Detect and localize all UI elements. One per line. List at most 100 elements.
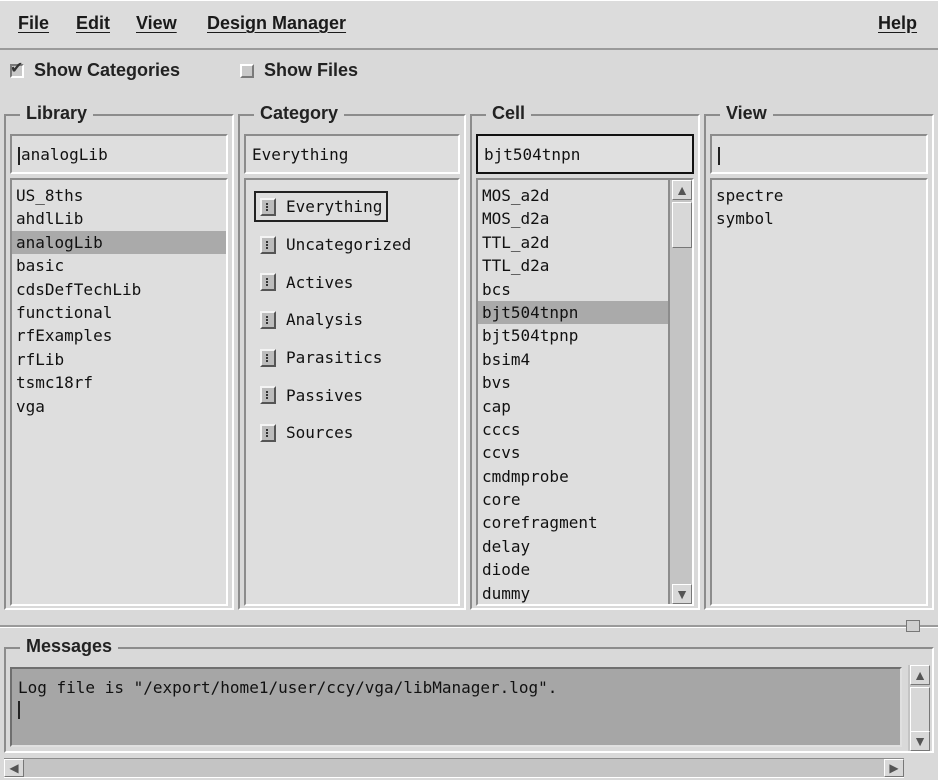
menu-design-manager[interactable]: Design Manager	[207, 13, 346, 34]
menu-edit[interactable]: Edit	[76, 13, 110, 34]
library-list-item[interactable]: functional	[12, 301, 226, 324]
category-list-item[interactable]: Parasitics	[246, 339, 458, 377]
category-item-label: Passives	[286, 385, 364, 405]
category-item-label: Analysis	[286, 310, 364, 330]
cell-vertical-scrollbar[interactable]: ▲ ▼	[668, 180, 692, 604]
category-list-item[interactable]: Sources	[246, 414, 458, 452]
library-field[interactable]: analogLib	[10, 134, 228, 174]
category-item-label: Sources	[286, 423, 354, 443]
messages-title: Messages	[20, 636, 119, 657]
show-files-checkbox[interactable]	[240, 63, 254, 78]
cell-scroll-thumb[interactable]	[672, 202, 692, 248]
category-title: Category	[254, 103, 345, 124]
library-listbox[interactable]: US_8ths ahdlLib analogLib basic cdsDefTechLi…	[10, 178, 228, 606]
view-group: View spectre symbol	[704, 103, 934, 610]
category-list-item[interactable]: Passives	[246, 376, 458, 414]
cell-listbox[interactable]: MOS_a2d MOS_d2a TTL_a2d TTL_d2a bcs bjt504tnp…	[476, 178, 694, 606]
cell-list-item[interactable]: TTL_d2a	[478, 254, 668, 277]
library-list-item[interactable]: analogLib	[12, 230, 226, 255]
cell-list-item[interactable]: bcs	[478, 278, 668, 301]
category-item-content: Analysis	[254, 304, 369, 335]
cell-list-item[interactable]: bjt504tnpn	[478, 300, 668, 325]
menu-help[interactable]: Help	[878, 13, 917, 34]
category-item-label: Actives	[286, 272, 354, 292]
show-files-label: Show Files	[264, 60, 359, 80]
show-categories-checkbox[interactable]: ✔	[10, 59, 24, 78]
arrow-up-icon[interactable]: ▲	[672, 180, 692, 200]
category-item-icon	[260, 235, 276, 254]
cell-list-item[interactable]: diode	[478, 558, 668, 581]
library-list-item[interactable]: basic	[12, 254, 226, 277]
category-field-value: Everything	[252, 145, 349, 164]
messages-vertical-scrollbar[interactable]: ▲ ▼	[908, 665, 930, 751]
category-item-content: Parasitics	[254, 342, 388, 373]
cell-list-item[interactable]: MOS_a2d	[478, 184, 668, 207]
messages-horizontal-scrollbar[interactable]: ◀ ▶	[4, 758, 904, 778]
category-item-label: Parasitics	[286, 348, 383, 368]
library-list-item[interactable]: vga	[12, 395, 226, 418]
cell-list-item[interactable]: cccs	[478, 418, 668, 441]
messages-text-area[interactable]: Log file is "/export/home1/user/ccy/vga/…	[10, 667, 902, 747]
category-item-content: Sources	[254, 417, 359, 448]
messages-group: Messages Log file is "/export/home1/user…	[4, 636, 934, 753]
category-item-content: Actives	[254, 267, 359, 298]
category-group: Category Everything Everything Uncategori…	[238, 103, 466, 610]
arrow-down-icon[interactable]: ▼	[672, 584, 692, 604]
view-list-item[interactable]: symbol	[712, 207, 926, 230]
cell-list-item[interactable]: delay	[478, 535, 668, 558]
messages-scroll-thumb[interactable]	[910, 687, 930, 733]
arrow-down-icon[interactable]: ▼	[910, 731, 930, 751]
library-list-item[interactable]: cdsDefTechLib	[12, 278, 226, 301]
view-list-item[interactable]: spectre	[712, 184, 926, 207]
library-list-item[interactable]: ahdlLib	[12, 207, 226, 230]
cell-list-item[interactable]: core	[478, 488, 668, 511]
view-field[interactable]	[710, 134, 928, 174]
view-title: View	[720, 103, 773, 124]
library-field-value: analogLib	[21, 145, 108, 164]
cell-list-item[interactable]: cmdmprobe	[478, 465, 668, 488]
category-item-label: Everything	[286, 197, 383, 217]
arrow-right-icon[interactable]: ▶	[884, 759, 904, 777]
category-list: Everything Uncategorized Actives Analysis Pa…	[246, 180, 458, 452]
cell-field[interactable]: bjt504tnpn	[476, 134, 694, 174]
cell-list-item[interactable]: dummy	[478, 582, 668, 604]
pane-sash[interactable]	[0, 625, 938, 627]
cell-group: Cell bjt504tnpn MOS_a2d MOS_d2a TTL_a2d TTL…	[470, 103, 700, 610]
library-list-item[interactable]: rfLib	[12, 348, 226, 371]
library-group: Library analogLib US_8ths ahdlLib analogLi…	[4, 103, 234, 610]
category-item-icon	[260, 348, 276, 367]
library-list-item[interactable]: US_8ths	[12, 184, 226, 207]
category-item-icon	[260, 386, 276, 405]
category-list-item[interactable]: Analysis	[246, 301, 458, 339]
cell-list-item[interactable]: bsim4	[478, 348, 668, 371]
arrow-left-icon[interactable]: ◀	[4, 759, 24, 777]
checkmark-icon: ✔	[10, 57, 24, 77]
sash-handle[interactable]	[906, 620, 920, 632]
category-item-content: Uncategorized	[254, 229, 417, 260]
cell-list-item[interactable]: TTL_a2d	[478, 231, 668, 254]
text-caret	[18, 701, 20, 719]
text-caret	[18, 146, 20, 165]
cell-list-item[interactable]: ccvs	[478, 441, 668, 464]
category-item-content: Everything	[254, 191, 389, 223]
menu-file[interactable]: File	[18, 13, 49, 34]
cell-list-item[interactable]: MOS_d2a	[478, 207, 668, 230]
show-categories-toggle[interactable]: ✔ Show Categories	[10, 59, 210, 81]
cell-list-item[interactable]: cap	[478, 395, 668, 418]
cell-list-item[interactable]: corefragment	[478, 511, 668, 534]
view-listbox[interactable]: spectre symbol	[710, 178, 928, 606]
category-list-item[interactable]: Uncategorized	[246, 226, 458, 264]
show-files-toggle[interactable]: Show Files	[240, 60, 400, 81]
library-list-item[interactable]: rfExamples	[12, 324, 226, 347]
category-list-item[interactable]: Everything	[246, 188, 458, 226]
cell-list: MOS_a2d MOS_d2a TTL_a2d TTL_d2a bcs bjt504tnp…	[478, 180, 668, 604]
cell-list-item[interactable]: bvs	[478, 371, 668, 394]
category-field[interactable]: Everything	[244, 134, 460, 174]
category-item-content: Passives	[254, 380, 369, 411]
library-list-item[interactable]: tsmc18rf	[12, 371, 226, 394]
cell-list-item[interactable]: bjt504tpnp	[478, 324, 668, 347]
category-listbox[interactable]: Everything Uncategorized Actives Analysis Pa…	[244, 178, 460, 606]
arrow-up-icon[interactable]: ▲	[910, 665, 930, 685]
menu-view[interactable]: View	[136, 13, 177, 34]
category-list-item[interactable]: Actives	[246, 263, 458, 301]
